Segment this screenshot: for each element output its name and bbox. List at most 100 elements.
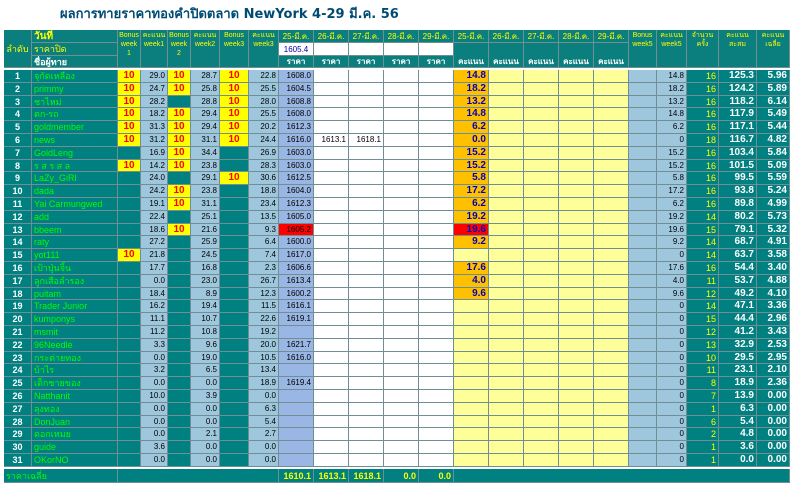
row-name: ลุงทอง [32,402,118,416]
row-score [524,198,559,211]
row-price [314,146,349,160]
row-price [349,262,384,275]
row-count: 15 [687,313,719,326]
row-price [419,274,454,288]
row-score [594,454,629,467]
row-score [489,95,524,109]
row-score [559,441,594,454]
header-score-week3: คะแนน week3 [249,30,279,68]
row-b1 [118,390,141,403]
row-w3: 5.4 [249,415,279,429]
row-price [349,274,384,288]
row-count: 16 [687,108,719,122]
row-b3: 10 [220,108,249,122]
row-score [524,134,559,147]
row-price [349,415,384,429]
row-price [384,172,419,186]
row-score [524,428,559,442]
row-score: 14.8 [454,108,489,122]
row-w2: 0.0 [191,454,220,467]
row-score: 4.0 [454,274,489,288]
row-avg: 5.09 [757,159,790,173]
row-w3: 30.6 [249,172,279,186]
row-score [454,428,489,442]
row-w5: 0 [657,326,687,339]
row-price [419,134,454,147]
row-b2: 10 [168,159,191,173]
row-b1 [118,377,141,390]
row-score [559,198,594,211]
row-b5 [629,172,657,186]
row-b2 [168,338,191,352]
row-b5 [629,134,657,147]
row-price [384,223,419,237]
row-score [489,338,524,352]
row-b1 [118,185,141,198]
row-score [454,351,489,365]
row-price [314,108,349,122]
row-total: 0.0 [719,454,757,467]
row-avg: 4.10 [757,287,790,301]
row-price [314,441,349,454]
row-score [489,287,524,301]
row-b5 [629,326,657,339]
row-total: 3.6 [719,441,757,454]
row-score [594,236,629,250]
row-b1 [118,210,141,224]
row-w2: 31.1 [191,198,220,211]
row-b3 [220,454,249,467]
row-b5 [629,402,657,416]
footer-filler [454,468,790,483]
row-w2: 23.8 [191,185,220,198]
row-b5 [629,185,657,198]
row-total: 124.2 [719,82,757,96]
row-b5 [629,95,657,109]
row-price [419,454,454,467]
row-price [314,210,349,224]
row-name: add [32,210,118,224]
row-score [454,441,489,454]
row-price [384,377,419,390]
row-b3 [220,274,249,288]
row-price [384,185,419,198]
row-price [419,364,454,378]
row-b2 [168,441,191,454]
row-score [489,351,524,365]
row-score [489,82,524,96]
row-score [594,82,629,96]
row-price [314,377,349,390]
row-w5: 17.6 [657,262,687,275]
row-avg: 0.00 [757,428,790,442]
row-count: 10 [687,351,719,365]
row-rank: 28 [4,415,32,429]
row-price [384,313,419,326]
row-name: เป้าปุ่นจิ้น [32,262,118,275]
row-total: 44.4 [719,313,757,326]
row-price [384,236,419,250]
row-score [524,185,559,198]
row-w3: 19.2 [249,326,279,339]
row-score [594,159,629,173]
row-b3 [220,236,249,250]
row-b5 [629,236,657,250]
row-avg: 0.00 [757,415,790,429]
row-score [594,274,629,288]
row-score [559,236,594,250]
row-w5: 6.2 [657,198,687,211]
row-price: 1605.2 [279,223,314,237]
row-score: 15.2 [454,159,489,173]
row-w3: 9.3 [249,223,279,237]
row-b2 [168,210,191,224]
row-price [314,364,349,378]
row-w2: 23.8 [191,159,220,173]
row-price [419,377,454,390]
header-date: วันที่ [32,30,118,43]
row-price [314,121,349,134]
row-price [419,390,454,403]
row-w1: 27.2 [141,236,168,250]
row-rank: 14 [4,236,32,250]
header-score: คะแนน [524,43,559,68]
row-score [524,364,559,378]
row-avg: 3.40 [757,262,790,275]
row-rank: 7 [4,146,32,160]
